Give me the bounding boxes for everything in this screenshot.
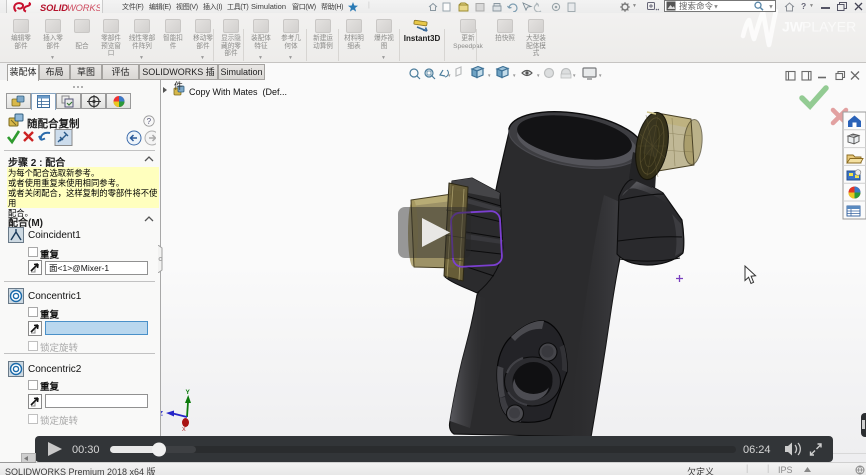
svg-text:▼: ▼ bbox=[713, 5, 719, 11]
svg-text:▼: ▼ bbox=[768, 5, 774, 11]
svg-text:搜索命令: 搜索命令 bbox=[679, 1, 714, 11]
svg-text:▼: ▼ bbox=[512, 73, 516, 78]
svg-text:▼: ▼ bbox=[487, 73, 491, 78]
svg-text:▼: ▼ bbox=[536, 73, 540, 78]
svg-text:▼: ▼ bbox=[447, 73, 451, 78]
svg-text:?: ? bbox=[147, 117, 152, 126]
svg-text:▼: ▼ bbox=[598, 73, 602, 78]
svg-text:06:24: 06:24 bbox=[743, 444, 771, 456]
svg-text:00:30: 00:30 bbox=[72, 444, 100, 456]
svg-text:Y: Y bbox=[186, 389, 191, 396]
svg-text:▼: ▼ bbox=[572, 73, 576, 78]
svg-text:X: X bbox=[182, 427, 186, 433]
